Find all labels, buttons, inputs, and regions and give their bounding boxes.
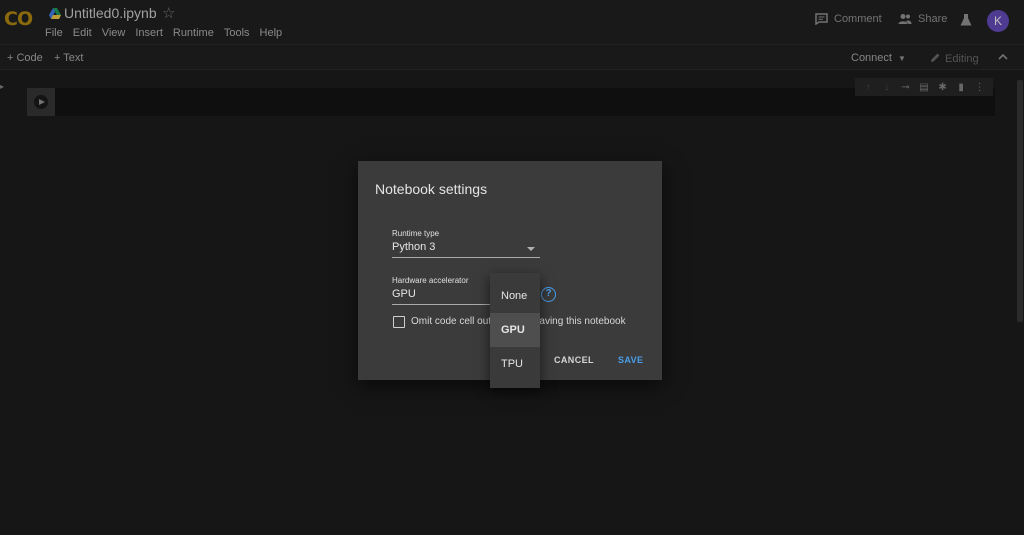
dropdown-caret-icon [527,247,535,251]
hardware-accelerator-value: GPU [392,288,416,300]
dropdown-option-gpu[interactable]: GPU [490,313,540,347]
dropdown-option-tpu[interactable]: TPU [490,347,540,381]
hardware-accelerator-dropdown: None GPU TPU [490,273,540,388]
cancel-button[interactable]: CANCEL [554,355,594,365]
runtime-type-label: Runtime type [392,229,440,238]
help-icon[interactable]: ? [541,287,556,302]
save-button[interactable]: SAVE [618,355,643,365]
dropdown-option-none[interactable]: None [490,279,540,313]
dialog-title: Notebook settings [375,181,488,197]
hardware-accelerator-label: Hardware accelerator [392,276,469,285]
runtime-type-value: Python 3 [392,241,436,253]
runtime-type-select[interactable]: Python 3 [392,241,540,258]
hardware-accelerator-select[interactable]: GPU [392,288,490,305]
omit-output-checkbox[interactable] [393,316,405,328]
